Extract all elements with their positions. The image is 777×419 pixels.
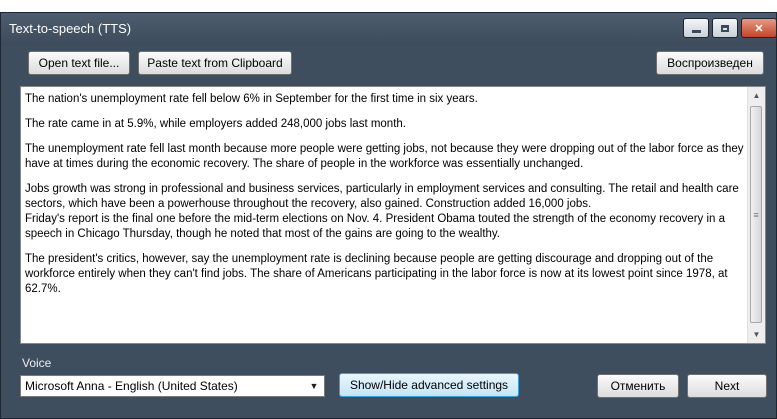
text-paragraph: The rate came in at 5.9%, while employer… (25, 118, 406, 130)
maximize-icon (721, 24, 729, 32)
advanced-settings-button[interactable]: Show/Hide advanced settings (339, 373, 519, 397)
text-area[interactable]: The nation's unemployment rate fell belo… (20, 86, 766, 344)
title-bar[interactable]: Text-to-speech (TTS) ✕ (1, 13, 777, 45)
scroll-up-icon[interactable]: ▲ (748, 87, 765, 104)
voice-selected-value: Microsoft Anna - English (United States) (25, 379, 238, 393)
chevron-down-icon[interactable]: ▼ (304, 381, 324, 391)
close-icon: ✕ (754, 22, 764, 35)
paste-clipboard-button[interactable]: Paste text from Clipboard (138, 51, 292, 75)
text-paragraph: The nation's unemployment rate fell belo… (25, 93, 478, 105)
minimize-button[interactable] (683, 18, 709, 38)
scroll-thumb[interactable]: ≡ (750, 106, 762, 323)
text-paragraph: The president's critics, however, say th… (25, 253, 728, 295)
scroll-down-icon[interactable]: ▼ (748, 326, 765, 343)
voice-select[interactable]: Microsoft Anna - English (United States)… (20, 375, 325, 397)
maximize-button[interactable] (712, 18, 738, 38)
voice-label: Voice (22, 356, 52, 370)
vertical-scrollbar[interactable]: ▲ ≡ ▼ (747, 87, 765, 343)
window-title: Text-to-speech (TTS) (9, 21, 132, 36)
next-button[interactable]: Next (687, 374, 767, 398)
text-paragraph: Friday's report is the final one before … (25, 213, 726, 240)
play-button[interactable]: Воспроизведен (656, 51, 764, 75)
text-paragraph: The unemployment rate fell last month be… (25, 143, 744, 170)
minimize-icon (691, 29, 701, 33)
close-button[interactable]: ✕ (741, 18, 777, 38)
open-text-file-button[interactable]: Open text file... (28, 51, 130, 75)
cancel-button[interactable]: Отменить (597, 374, 679, 398)
text-content[interactable]: The nation's unemployment rate fell belo… (25, 92, 745, 307)
text-paragraph: Jobs growth was strong in professional a… (25, 183, 739, 210)
